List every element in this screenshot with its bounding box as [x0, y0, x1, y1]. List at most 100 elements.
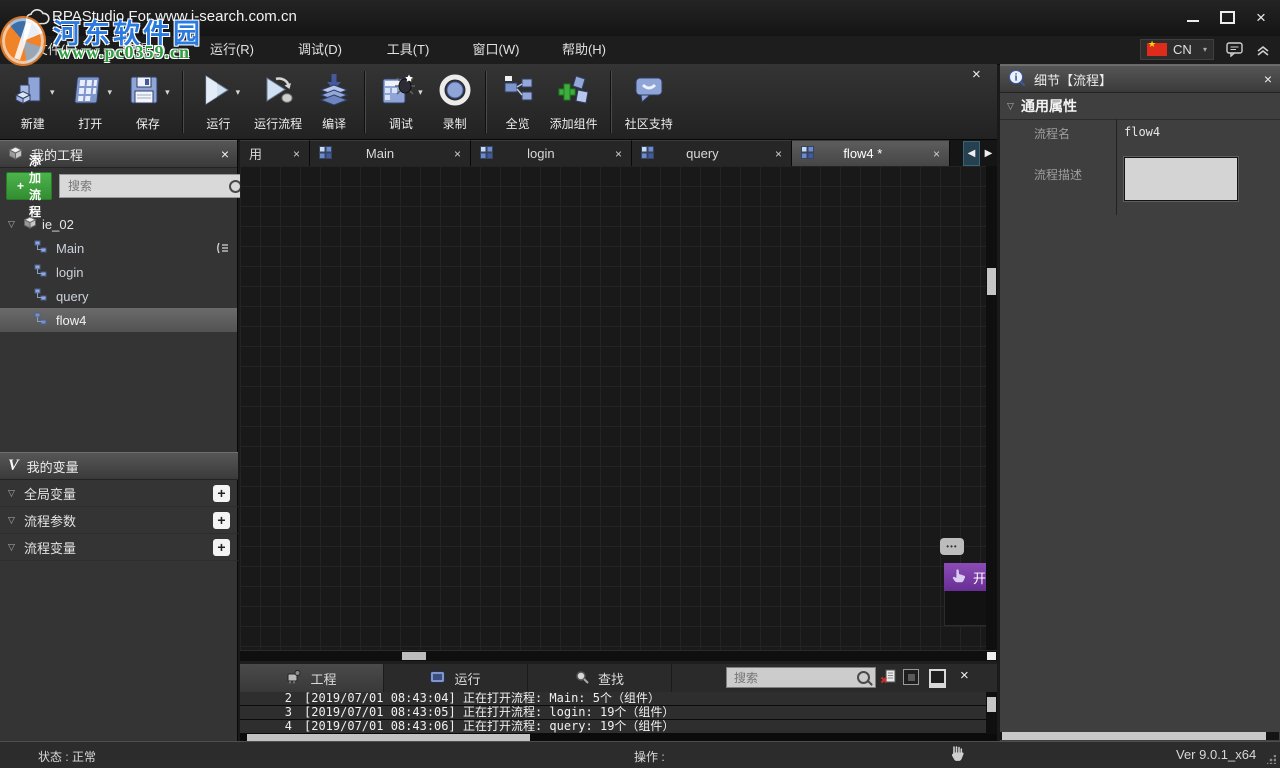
scrollbar-thumb[interactable]: [987, 697, 996, 712]
add-global-variable-button[interactable]: +: [213, 485, 230, 502]
language-selector[interactable]: ★ CN ▾: [1140, 39, 1214, 60]
clear-log-icon[interactable]: [880, 669, 897, 690]
scrollbar-thumb[interactable]: [247, 734, 530, 741]
log-row[interactable]: 4[2019/07/01 08:43:06] 正在打开流程: query: 19…: [240, 720, 986, 733]
log-vertical-scrollbar[interactable]: [986, 692, 997, 734]
search-icon[interactable]: [857, 671, 870, 684]
chevron-down-icon[interactable]: ▾: [236, 87, 241, 98]
comment-icon[interactable]: •••: [940, 538, 964, 555]
tab-close-icon[interactable]: ×: [933, 147, 940, 161]
toolbar-save-button[interactable]: ▾ 保存: [119, 68, 177, 135]
minimize-button[interactable]: [1180, 6, 1206, 28]
scrollbar-thumb[interactable]: [1002, 732, 1266, 740]
tab-close-icon[interactable]: ×: [454, 147, 461, 161]
editor-tab-bar: 用 × Main × login × query × flow4 * × ◀ ▶: [240, 140, 997, 167]
tree-item-main[interactable]: Main: [0, 236, 237, 260]
editor-tab-flow4[interactable]: flow4 * ×: [792, 140, 950, 166]
details-horizontal-scrollbar[interactable]: [1000, 732, 1279, 740]
tab-scroll-right-button[interactable]: ▶: [980, 141, 997, 166]
toggle-panel-icon[interactable]: [929, 669, 946, 688]
tab-scroll-left-button[interactable]: ◀: [963, 141, 980, 166]
tab-close-icon[interactable]: ×: [293, 147, 300, 161]
menu-item-run[interactable]: 运行(R): [188, 36, 276, 64]
tree-root-ie02[interactable]: ▽ ie_02: [0, 212, 237, 236]
flow-icon: [34, 288, 47, 304]
toolbar-debug-button[interactable]: ▾ 调试: [372, 68, 430, 135]
save-icon: [126, 72, 162, 113]
expander-icon[interactable]: ▽: [8, 488, 18, 499]
expander-icon[interactable]: ▽: [8, 219, 18, 230]
collapse-ribbon-icon[interactable]: [1256, 44, 1270, 62]
scrollbar-thumb[interactable]: [987, 268, 996, 295]
log-search-box: [726, 667, 876, 688]
toolbar-community-button[interactable]: 社区支持: [618, 68, 680, 135]
canvas-vertical-scrollbar[interactable]: [986, 166, 997, 650]
expander-icon[interactable]: ▽: [8, 542, 18, 553]
toolbar-record-button[interactable]: 录制: [430, 68, 480, 135]
editor-tab-query[interactable]: query ×: [632, 140, 792, 166]
flow-name-value[interactable]: flow4: [1124, 125, 1160, 139]
expander-icon[interactable]: ▽: [1007, 101, 1017, 112]
output-tab-project[interactable]: 工程: [240, 664, 384, 692]
editor-tab-login[interactable]: login ×: [471, 140, 632, 166]
flow-canvas[interactable]: ••• 开: [240, 166, 997, 650]
var-group-params[interactable]: ▽ 流程参数 +: [0, 507, 238, 534]
tab-close-icon[interactable]: ×: [615, 147, 622, 161]
menu-item-tools[interactable]: 工具(T): [364, 36, 452, 64]
toolbar-run-flow-button[interactable]: 运行流程: [247, 68, 309, 135]
common-properties-section[interactable]: ▽ 通用属性: [1000, 93, 1280, 120]
toolbar-open-button[interactable]: ▾ 打开: [62, 68, 120, 135]
flow-tab-icon: [641, 146, 654, 162]
menu-item-debug[interactable]: 调试(D): [276, 36, 364, 64]
tab-close-icon[interactable]: ×: [775, 147, 782, 161]
toolbar-compile-button[interactable]: 编译: [309, 68, 359, 135]
scrollbar-thumb[interactable]: [402, 652, 426, 660]
tree-item-query[interactable]: query: [0, 284, 237, 308]
add-flow-variable-button[interactable]: +: [213, 539, 230, 556]
details-panel-header: i 细节【流程】 ×: [1000, 65, 1280, 93]
maximize-button[interactable]: [1214, 6, 1240, 28]
maximize-icon: [1220, 11, 1235, 24]
var-group-global[interactable]: ▽ 全局变量 +: [0, 480, 238, 507]
log-row[interactable]: 3[2019/07/01 08:43:05] 正在打开流程: login: 19…: [240, 706, 986, 719]
var-group-flow[interactable]: ▽ 流程变量 +: [0, 534, 238, 561]
close-icon[interactable]: ×: [1264, 71, 1272, 87]
log-search-input[interactable]: [732, 670, 853, 686]
feedback-icon[interactable]: [1226, 42, 1244, 62]
editor-tab-truncated[interactable]: 用 ×: [240, 140, 310, 166]
log-option-icon[interactable]: [903, 669, 919, 685]
toolbar-add-component-button[interactable]: 添加组件: [543, 68, 605, 135]
toolbar-close-icon[interactable]: ×: [972, 66, 981, 83]
flow-tab-icon: [480, 146, 493, 162]
project-search-input[interactable]: [66, 178, 225, 194]
close-button[interactable]: ×: [1248, 6, 1274, 28]
chevron-down-icon[interactable]: ▾: [418, 87, 423, 98]
run-icon: [197, 72, 233, 113]
canvas-horizontal-scrollbar[interactable]: [240, 650, 997, 661]
flow-description-input[interactable]: [1124, 157, 1238, 201]
tree-item-flow4[interactable]: flow4: [0, 308, 237, 332]
toolbar-overview-button[interactable]: 全览: [493, 68, 543, 135]
menu-item-file[interactable]: 文件(F): [12, 36, 100, 64]
menu-item-edit[interactable]: 编辑(E): [100, 36, 188, 64]
expander-icon[interactable]: ▽: [8, 515, 18, 526]
tree-item-login[interactable]: login: [0, 260, 237, 284]
variables-panel-header: V 我的变量: [0, 452, 238, 480]
chevron-down-icon[interactable]: ▾: [165, 87, 170, 98]
log-horizontal-scrollbar[interactable]: [240, 734, 997, 741]
output-tab-run[interactable]: 运行: [384, 664, 528, 692]
editor-tab-main[interactable]: Main ×: [310, 140, 471, 166]
menu-item-window[interactable]: 窗口(W): [452, 36, 540, 64]
toolbar-run-button[interactable]: ▾ 运行: [190, 68, 248, 135]
add-flow-button[interactable]: + 添加流程: [6, 172, 52, 200]
toolbar-new-button[interactable]: ▾ 新建: [4, 68, 62, 135]
close-icon[interactable]: ×: [221, 146, 229, 162]
output-tab-find[interactable]: 查找: [528, 664, 672, 692]
resize-grip[interactable]: [1267, 755, 1276, 764]
add-flow-param-button[interactable]: +: [213, 512, 230, 529]
chevron-down-icon[interactable]: ▾: [50, 87, 55, 98]
chevron-down-icon[interactable]: ▾: [108, 87, 113, 98]
log-row[interactable]: 2[2019/07/01 08:43:04] 正在打开流程: Main: 5个（…: [240, 692, 986, 705]
close-output-icon[interactable]: ×: [960, 667, 969, 684]
menu-item-help[interactable]: 帮助(H): [540, 36, 628, 64]
